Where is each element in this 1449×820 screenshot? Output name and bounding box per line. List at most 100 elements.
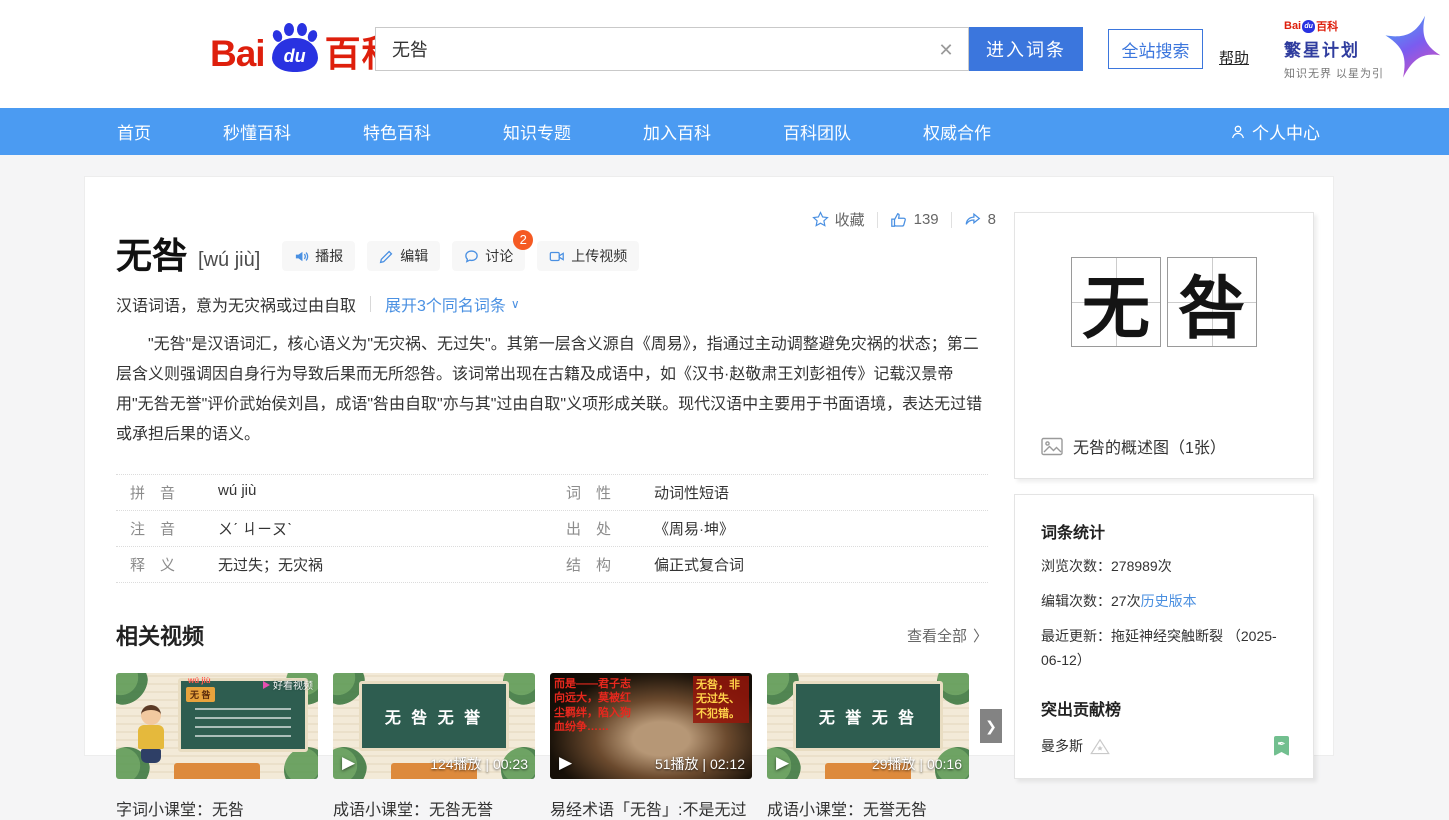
views-line: 浏览次数：278989次 bbox=[1041, 554, 1289, 578]
entry-content: 收藏 139 8 无咎 [wú jiù] bbox=[116, 177, 996, 820]
video-caption: 字词小课堂：无咎 bbox=[116, 796, 318, 820]
nav-tese[interactable]: 特色百科 bbox=[363, 119, 431, 144]
video-caption: 易经术语「无咎」:不是无过 bbox=[550, 796, 752, 820]
play-count-overlay: 51播放 | 02:12 bbox=[655, 754, 745, 774]
info-value: 《周易·坤》 bbox=[654, 518, 734, 539]
related-videos-header: 相关视频 查看全部 〉 bbox=[116, 619, 988, 651]
video-card[interactable]: 无 誉 无 咎 ▶ 29播放 | 00:16 成语小课堂：无誉无咎 bbox=[767, 673, 969, 820]
blackboard-text: 无 咎 无 誉 bbox=[385, 704, 483, 728]
discuss-button[interactable]: 讨论 2 bbox=[452, 241, 525, 271]
nav-zhuanti[interactable]: 知识专题 bbox=[503, 119, 571, 144]
upload-video-button[interactable]: 上传视频 bbox=[537, 241, 639, 271]
user-center-link[interactable]: 个人中心 bbox=[1230, 119, 1320, 144]
contributor-row[interactable]: 曼多斯 ✒ bbox=[1041, 736, 1289, 756]
entry-pinyin: [wú jiù] bbox=[198, 249, 260, 272]
video-thumbnail: 无 咎 无 誉 ▶ 124播放 | 00:23 bbox=[333, 673, 535, 779]
info-value: wú jiù bbox=[218, 482, 256, 503]
entry-title: 无咎 bbox=[116, 238, 188, 274]
info-value: 无过失；无灾祸 bbox=[218, 554, 323, 575]
chevron-right-icon: ❯ bbox=[985, 718, 997, 735]
calligraphy-char: 咎 bbox=[1168, 258, 1256, 346]
view-all-link[interactable]: 查看全部 〉 bbox=[907, 625, 988, 646]
entry-subtitle-row: 汉语词语，意为无灾祸或过由自取 展开3个同名词条 ∨ bbox=[116, 292, 996, 316]
thumb-text-left: 而是——君子志向远大，莫被红尘羁绊，陷入狗血纷争…… bbox=[554, 677, 632, 734]
overview-image-card[interactable]: 无 咎 无咎的概述图（1张） bbox=[1014, 212, 1314, 479]
carousel-next-button[interactable]: ❯ bbox=[980, 709, 1002, 743]
info-label: 释 义 bbox=[116, 554, 218, 575]
contributors-title: 突出贡献榜 bbox=[1041, 696, 1289, 720]
haokan-logo-icon bbox=[263, 681, 270, 689]
nav-cooperation[interactable]: 权威合作 bbox=[923, 119, 991, 144]
nav-join[interactable]: 加入百科 bbox=[643, 119, 711, 144]
haokan-watermark: 好看视频 bbox=[263, 677, 313, 692]
info-label: 拼 音 bbox=[116, 482, 218, 503]
play-icon: ▶ bbox=[559, 754, 572, 771]
video-card[interactable]: wú jiù 无 咎 好看视频 字词小课堂：无咎 bbox=[116, 673, 318, 820]
info-value: 动词性短语 bbox=[654, 482, 729, 503]
info-value: 偏正式复合词 bbox=[654, 554, 744, 575]
entry-action-pills: 播报 编辑 讨论 2 bbox=[282, 241, 639, 271]
edit-button[interactable]: 编辑 bbox=[367, 241, 440, 271]
calligraphy-char: 无 bbox=[1072, 258, 1160, 346]
thumb-tag: 无 咎 bbox=[186, 687, 215, 702]
video-thumbnail: wú jiù 无 咎 好看视频 bbox=[116, 673, 318, 779]
nav-home[interactable]: 首页 bbox=[117, 119, 151, 144]
play-icon: ▶ bbox=[776, 754, 789, 771]
thumbs-up-icon bbox=[890, 211, 908, 229]
info-label: 结 构 bbox=[552, 554, 654, 575]
entry-card: 收藏 139 8 无咎 [wú jiù] bbox=[84, 176, 1334, 756]
info-value: ㄨˊ ㄐㄧㄡˋ bbox=[218, 518, 292, 539]
fanxing-plan-banner[interactable]: Bai du 百科 繁星计划 知识无界 以星为引 bbox=[1284, 18, 1384, 81]
like-button[interactable]: 139 bbox=[890, 211, 939, 229]
broadcast-button[interactable]: 播报 bbox=[282, 241, 355, 271]
edits-line: 编辑次数：27次历史版本 bbox=[1041, 589, 1289, 613]
info-row: 释 义无过失；无灾祸 结 构偏正式复合词 bbox=[116, 547, 988, 583]
baidu-baike-logo[interactable]: Bai du 百科 bbox=[210, 22, 399, 72]
search-input[interactable] bbox=[376, 28, 968, 70]
entry-sidebar: 无 咎 无咎的概述图（1张） 词条统计 浏览次数：278989次 编辑次数：27… bbox=[1014, 212, 1314, 779]
updated-user[interactable]: 拖延神经突触断裂 bbox=[1111, 628, 1223, 644]
nav-miaodong[interactable]: 秒懂百科 bbox=[223, 119, 291, 144]
history-versions-link[interactable]: 历史版本 bbox=[1141, 593, 1197, 609]
chevron-right-icon: 〉 bbox=[973, 625, 988, 646]
video-card[interactable]: 无 咎 无 誉 ▶ 124播放 | 00:23 成语小课堂：无咎无誉 bbox=[333, 673, 535, 820]
play-count-overlay: 124播放 | 00:23 bbox=[430, 754, 528, 774]
overview-caption: 无咎的概述图（1张） bbox=[1073, 434, 1226, 458]
entry-summary: "无咎"是汉语词汇，核心语义为"无灾祸、无过失"。其第一层含义源自《周易》，指通… bbox=[116, 330, 988, 450]
related-videos-title: 相关视频 bbox=[116, 619, 204, 651]
page-header: Bai du 百科 ✕ 进入词条 全站搜索 帮助 Bai du 百科 繁星计划 … bbox=[0, 0, 1449, 108]
video-camera-icon bbox=[549, 249, 565, 264]
thumb-text-right: 无咎，非无过失、不犯错。 bbox=[693, 676, 749, 723]
entry-title-row: 无咎 [wú jiù] 播报 编辑 bbox=[116, 238, 996, 274]
entry-top-actions: 收藏 139 8 bbox=[116, 209, 996, 230]
chevron-down-icon: ∨ bbox=[511, 297, 520, 311]
info-row: 注 音ㄨˊ ㄐㄧㄡˋ 出 处《周易·坤》 bbox=[116, 511, 988, 547]
fanxing-mini-logo: Bai du 百科 bbox=[1284, 18, 1384, 34]
play-icon: ▶ bbox=[342, 754, 355, 771]
contribution-pen-badge-icon: ✒ bbox=[1274, 736, 1289, 756]
subtitle-divider bbox=[370, 296, 371, 312]
entry-info-table: 拼 音wú jiù 词 性动词性短语 注 音ㄨˊ ㄐㄧㄡˋ 出 处《周易·坤》 … bbox=[116, 474, 988, 583]
overview-caption-row[interactable]: 无咎的概述图（1张） bbox=[1041, 434, 1226, 458]
clear-search-icon[interactable]: ✕ bbox=[934, 38, 958, 62]
help-link[interactable]: 帮助 bbox=[1219, 47, 1249, 68]
info-label: 词 性 bbox=[552, 482, 654, 503]
image-icon bbox=[1041, 437, 1063, 456]
info-row: 拼 音wú jiù 词 性动词性短语 bbox=[116, 475, 988, 511]
site-search-button[interactable]: 全站搜索 bbox=[1108, 29, 1203, 69]
video-thumbnail: 而是——君子志向远大，莫被红尘羁绊，陷入狗血纷争…… 无咎，非无过失、不犯错。 … bbox=[550, 673, 752, 779]
chat-bubble-icon bbox=[464, 249, 479, 264]
enter-entry-button[interactable]: 进入词条 bbox=[969, 27, 1083, 71]
discuss-count-badge: 2 bbox=[513, 230, 533, 250]
star-icon bbox=[812, 211, 829, 228]
share-button[interactable]: 8 bbox=[964, 211, 996, 229]
expand-synonyms-link[interactable]: 展开3个同名词条 ∨ bbox=[385, 292, 520, 316]
level-badge-icon bbox=[1090, 738, 1110, 755]
nav-team[interactable]: 百科团队 bbox=[783, 119, 851, 144]
favorite-button[interactable]: 收藏 bbox=[812, 209, 865, 230]
search-box: ✕ bbox=[375, 27, 969, 71]
video-card[interactable]: 而是——君子志向远大，莫被红尘羁绊，陷入狗血纷争…… 无咎，非无过失、不犯错。 … bbox=[550, 673, 752, 820]
cartoon-teacher bbox=[134, 705, 168, 769]
entry-subtitle: 汉语词语，意为无灾祸或过由自取 bbox=[116, 292, 356, 316]
pencil-icon bbox=[379, 249, 394, 264]
